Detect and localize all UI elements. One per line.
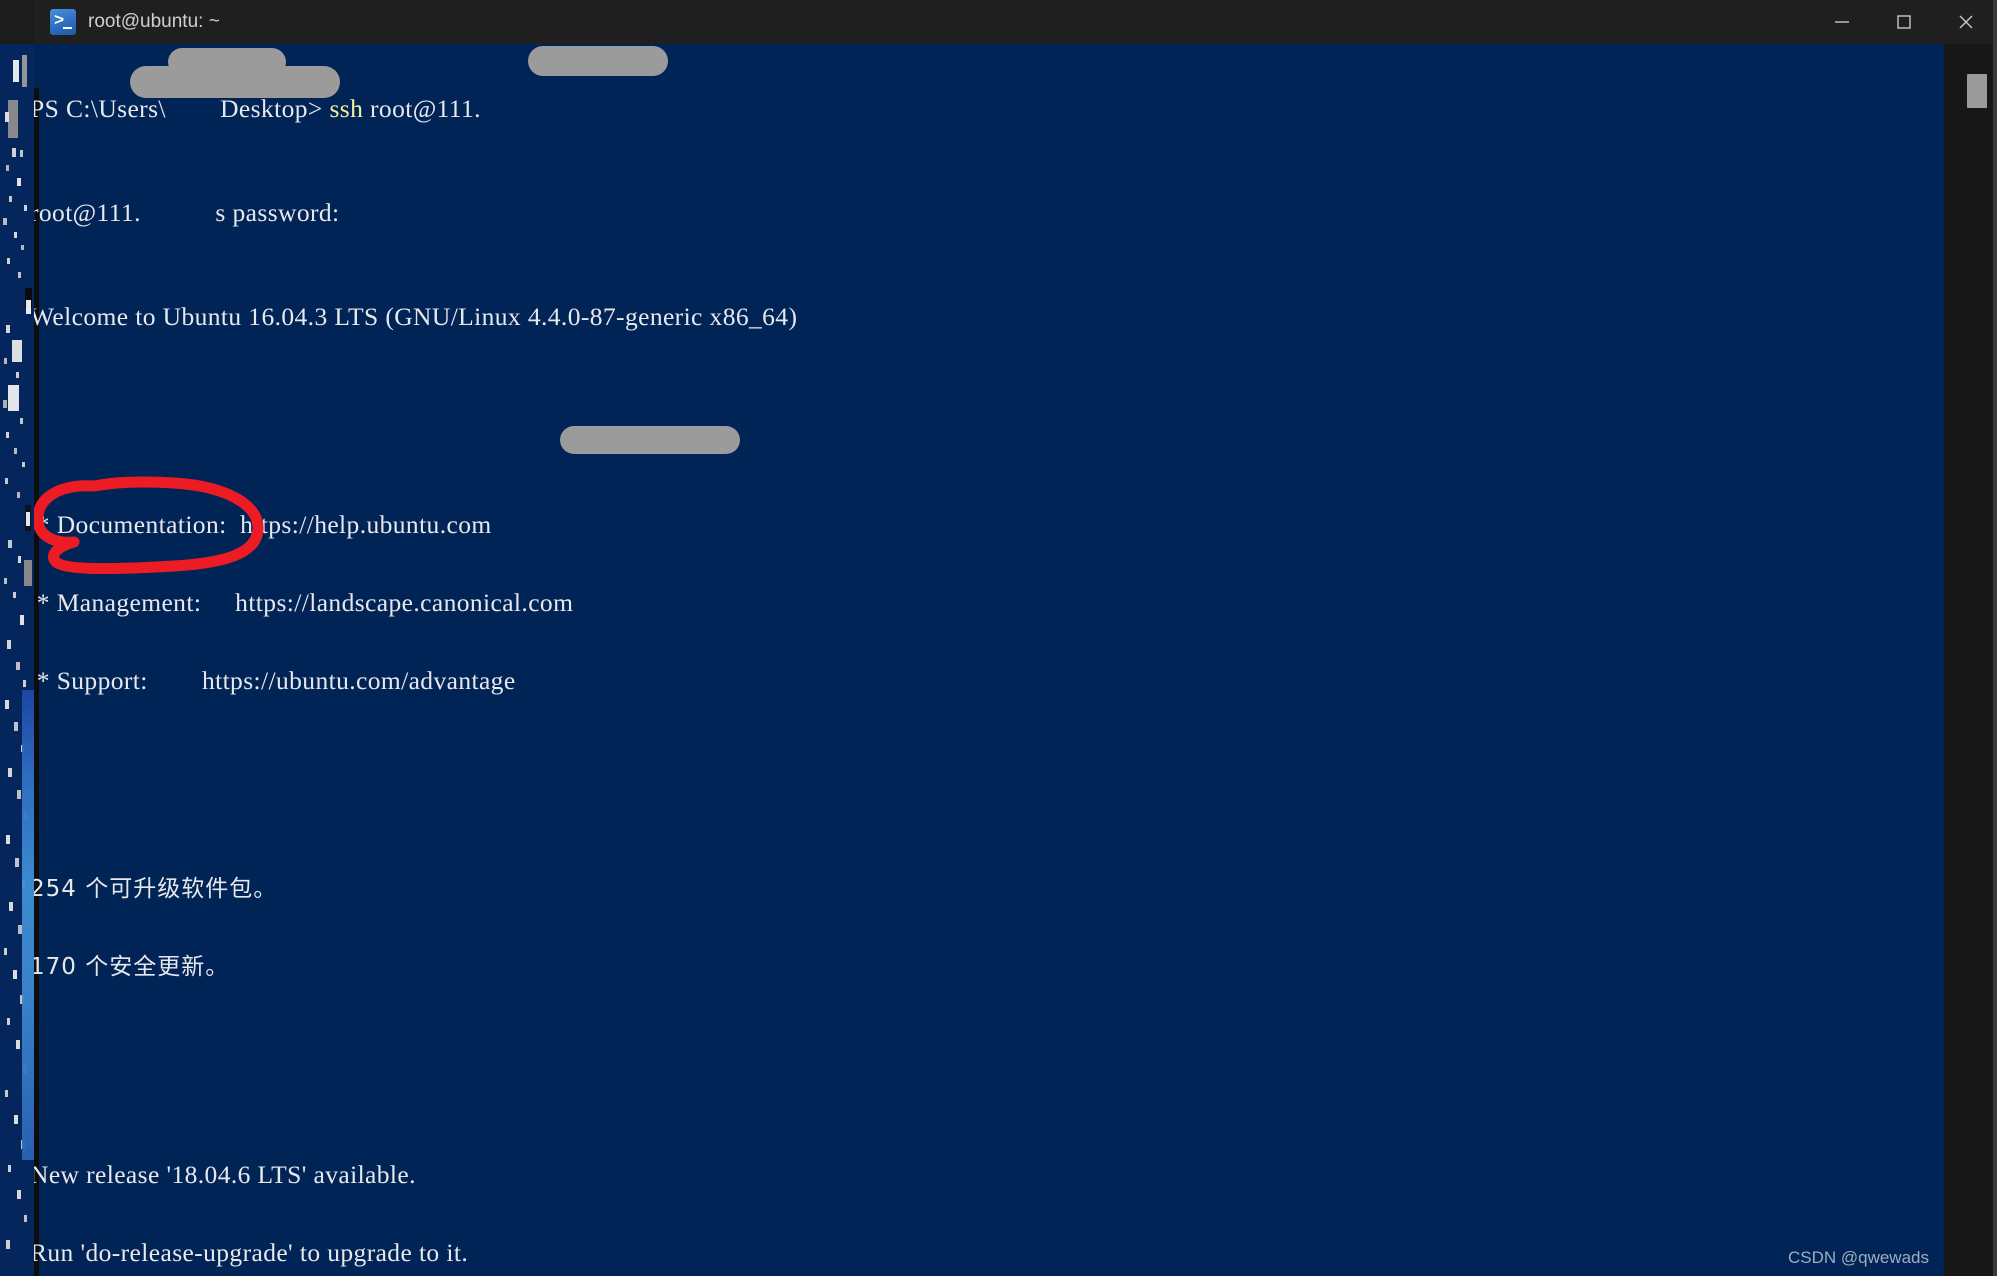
titlebar-left: root@ubuntu: ~ [34,0,220,44]
desktop-path-text: Desktop> [220,94,330,123]
terminal-line-welcome: Welcome to Ubuntu 16.04.3 LTS (GNU/Linux… [34,302,798,331]
scrollbar-thumb[interactable] [1967,74,1987,108]
minimize-icon [1835,21,1849,23]
minimize-button[interactable] [1811,0,1873,44]
ssh-command: ssh [329,94,364,123]
powershell-icon [50,9,76,35]
terminal-line-new-release: New release '18.04.6 LTS' available. [34,1160,416,1189]
ssh-target: root@111. [363,94,481,123]
background-window-edge [22,690,34,1160]
window-controls [1811,0,1997,44]
password-host: root@111. [34,198,141,227]
terminal-line-documentation: * Documentation: https://help.ubuntu.com [34,510,492,539]
password-prompt: s password: [208,198,340,227]
terminal-output-area[interactable]: PS C:\Users\ Desktop> ssh root@111. root… [34,44,1997,1276]
redaction-inline-2 [141,198,209,227]
csdn-watermark: CSDN @qwewads [1787,1248,1929,1267]
screen: root@ubuntu: ~ [0,0,1997,1276]
redaction-inline-1 [166,94,220,123]
close-button[interactable] [1935,0,1997,44]
window-title: root@ubuntu: ~ [88,11,220,32]
terminal-line-support: * Support: https://ubuntu.com/advantage [34,666,516,695]
terminal-line-management: * Management: https://landscape.canonica… [34,588,574,617]
close-icon [1959,15,1973,29]
redaction-block-ip-2 [130,66,340,98]
terminal-line-upgradable-packages: 254 个可升级软件包。 [34,876,278,902]
window-right-edge [1993,0,1997,1276]
background-dark-block [0,0,34,44]
redaction-block-source-ip [560,426,740,454]
maximize-icon [1897,15,1911,29]
terminal-line-run-upgrade: Run 'do-release-upgrade' to upgrade to i… [34,1238,469,1267]
terminal-line-security-updates: 170 个安全更新。 [34,954,230,980]
vertical-scrollbar[interactable] [1967,44,1987,1276]
terminal-line: PS C:\Users\ Desktop> ssh root@111. [34,96,797,122]
background-desktop-strip [0,0,34,1276]
redaction-block-ip-1 [528,46,668,76]
terminal-line: root@111. s password: [34,200,797,226]
terminal-text: PS C:\Users\ Desktop> ssh root@111. root… [34,44,797,1276]
maximize-button[interactable] [1873,0,1935,44]
window-titlebar[interactable]: root@ubuntu: ~ [34,0,1997,44]
terminal-window: root@ubuntu: ~ [34,0,1997,1276]
ps-prompt-text: PS C:\Users\ [34,94,166,123]
